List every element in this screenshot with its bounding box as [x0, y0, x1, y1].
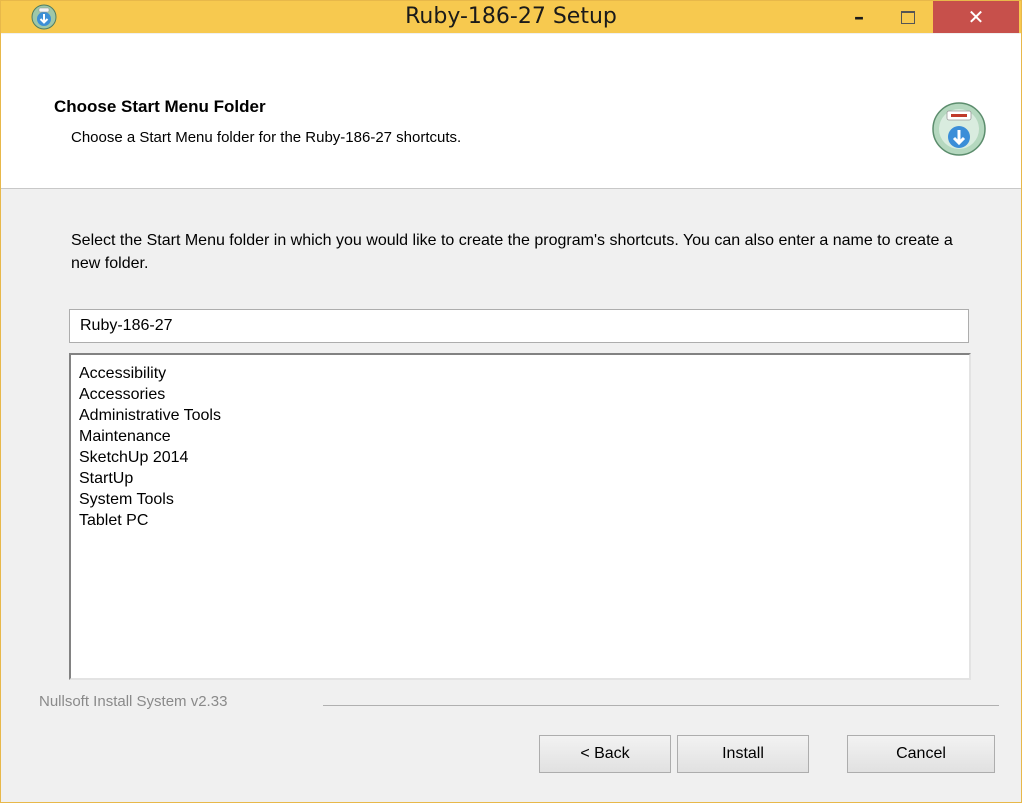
- divider: [323, 705, 999, 706]
- installer-disc-download-icon: [932, 102, 986, 156]
- close-button[interactable]: ✕: [933, 1, 1019, 33]
- back-button[interactable]: < Back: [539, 735, 671, 773]
- list-item[interactable]: Accessibility: [79, 363, 961, 384]
- list-item[interactable]: Tablet PC: [79, 510, 961, 531]
- list-item[interactable]: Accessories: [79, 384, 961, 405]
- cancel-button[interactable]: Cancel: [847, 735, 995, 773]
- start-menu-folder-list[interactable]: Accessibility Accessories Administrative…: [69, 353, 971, 680]
- list-item[interactable]: System Tools: [79, 489, 961, 510]
- setup-window: Ruby-186-27 Setup – ✕ Choose Start Menu …: [0, 0, 1022, 803]
- maximize-icon: [901, 10, 915, 24]
- minimize-icon: –: [854, 5, 864, 29]
- maximize-button[interactable]: [885, 1, 931, 33]
- branding-text: Nullsoft Install System v2.33: [39, 693, 228, 710]
- title-bar[interactable]: Ruby-186-27 Setup – ✕: [1, 1, 1021, 33]
- list-item[interactable]: Administrative Tools: [79, 405, 961, 426]
- installer-disc-icon[interactable]: [31, 4, 57, 30]
- list-item[interactable]: SketchUp 2014: [79, 447, 961, 468]
- page-title: Choose Start Menu Folder: [54, 97, 266, 116]
- start-menu-folder-input[interactable]: Ruby-186-27: [69, 309, 969, 343]
- minimize-button[interactable]: –: [836, 1, 882, 33]
- window-title: Ruby-186-27 Setup: [405, 4, 617, 29]
- page-subtitle: Choose a Start Menu folder for the Ruby-…: [71, 129, 462, 146]
- close-icon: ✕: [967, 5, 985, 29]
- list-item[interactable]: Maintenance: [79, 426, 961, 447]
- list-item[interactable]: StartUp: [79, 468, 961, 489]
- install-button[interactable]: Install: [677, 735, 809, 773]
- instructions-text: Select the Start Menu folder in which yo…: [71, 232, 953, 272]
